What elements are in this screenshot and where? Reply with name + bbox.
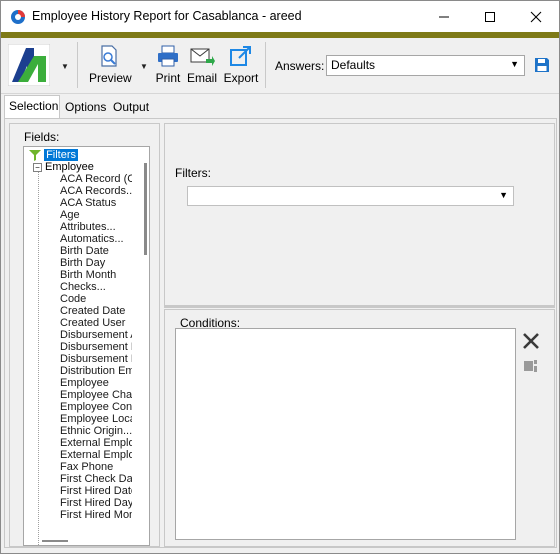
answers-value: Defaults xyxy=(331,58,376,72)
tab-output[interactable]: Output xyxy=(109,97,153,119)
close-button[interactable] xyxy=(513,1,559,32)
field-item[interactable]: Disbursement L xyxy=(60,341,132,353)
fields-tree[interactable]: Filters − Employee ACA Record (C ACA Reco… xyxy=(23,146,150,546)
field-item[interactable]: Checks... xyxy=(60,281,132,293)
field-item[interactable]: Birth Day xyxy=(60,257,132,269)
envelope-icon xyxy=(190,48,215,66)
collapse-icon[interactable]: − xyxy=(33,162,42,172)
tree-node-filters-label: Filters xyxy=(44,149,79,161)
field-item[interactable]: External Emplo xyxy=(60,437,132,449)
tab-strip: Selection Options Output xyxy=(1,95,559,119)
window-title: Employee History Report for Casablanca -… xyxy=(32,9,302,23)
field-item[interactable]: First Check Da xyxy=(60,473,132,485)
export-label: Export xyxy=(223,71,259,85)
field-item[interactable]: Age xyxy=(60,209,132,221)
field-item[interactable]: Distribution Em xyxy=(60,365,132,377)
field-item[interactable]: Fax Phone xyxy=(60,461,132,473)
fields-label: Fields: xyxy=(24,130,60,144)
close-icon xyxy=(530,11,542,22)
preview-document-icon xyxy=(101,45,117,67)
fields-horizontal-scrollbar[interactable] xyxy=(42,540,68,542)
logo-dropdown-icon[interactable]: ▼ xyxy=(61,62,69,71)
fields-panel: Fields: Filters − Employee ACA Record (C … xyxy=(9,123,160,547)
print-button[interactable]: Print xyxy=(154,44,182,85)
panel-splitter[interactable] xyxy=(164,305,555,308)
field-item[interactable]: Birth Date xyxy=(60,245,132,257)
field-item[interactable]: ACA Records... xyxy=(60,185,132,197)
save-disk-icon[interactable] xyxy=(534,57,550,73)
selection-content: Fields: Filters − Employee ACA Record (C … xyxy=(4,118,557,548)
brand-logo[interactable] xyxy=(8,44,50,86)
field-item[interactable]: Disbursement F xyxy=(60,353,132,365)
filters-label: Filters: xyxy=(175,166,211,180)
toolbar: ▼ Preview ▼ Print Email Export Answers: … xyxy=(1,38,559,94)
tab-options[interactable]: Options xyxy=(61,97,107,119)
field-item[interactable]: ACA Record (C xyxy=(60,173,132,185)
field-item[interactable]: First Hired Mon xyxy=(60,509,132,521)
field-item[interactable]: Automatics... xyxy=(60,233,132,245)
tree-connector xyxy=(38,169,39,545)
answers-label: Answers: xyxy=(275,59,325,73)
printer-icon xyxy=(158,45,178,67)
email-button[interactable]: Email xyxy=(187,44,217,85)
export-icon xyxy=(230,46,251,66)
print-label: Print xyxy=(155,71,181,85)
tree-node-filters[interactable]: Filters xyxy=(29,149,79,161)
field-item[interactable]: Employee Char xyxy=(60,389,132,401)
field-item[interactable]: External Emplo xyxy=(60,449,132,461)
field-item[interactable]: Created Date xyxy=(60,305,132,317)
preview-dropdown-icon[interactable]: ▼ xyxy=(140,62,148,71)
field-item[interactable]: Birth Month xyxy=(60,269,132,281)
field-item[interactable]: First Hired Date xyxy=(60,485,132,497)
tree-node-employee-label: Employee xyxy=(45,161,94,173)
maximize-icon xyxy=(485,11,495,22)
conditions-list[interactable] xyxy=(175,328,516,540)
tab-selection[interactable]: Selection xyxy=(4,95,60,119)
chevron-down-icon: ▼ xyxy=(510,59,519,69)
field-item[interactable]: Disbursement A xyxy=(60,329,132,341)
minimize-icon xyxy=(439,16,449,17)
fields-vertical-scrollbar[interactable] xyxy=(144,163,147,255)
field-item[interactable]: Code xyxy=(60,293,132,305)
filter-funnel-icon xyxy=(29,149,41,161)
email-label: Email xyxy=(187,71,218,85)
pie-chart-icon xyxy=(11,10,25,24)
field-item[interactable]: ACA Status xyxy=(60,197,132,209)
toolbar-separator xyxy=(265,42,266,88)
field-item[interactable]: First Hired Day xyxy=(60,497,132,509)
chevron-down-icon: ▼ xyxy=(499,190,508,200)
conditions-panel: Conditions: xyxy=(164,309,555,547)
field-item[interactable]: Created User xyxy=(60,317,132,329)
answers-select[interactable]: Defaults ▼ xyxy=(326,55,525,76)
minimize-button[interactable] xyxy=(421,1,467,32)
preview-button[interactable]: Preview xyxy=(89,44,132,85)
field-item[interactable]: Attributes... xyxy=(60,221,132,233)
maximize-button[interactable] xyxy=(467,1,513,32)
filters-panel: Filters: ▼ xyxy=(164,123,555,306)
field-item[interactable]: Employee Loca xyxy=(60,413,132,425)
report-window: Employee History Report for Casablanca -… xyxy=(0,0,560,554)
edit-condition-icon[interactable] xyxy=(523,358,539,374)
export-button[interactable]: Export xyxy=(223,44,259,85)
field-item[interactable]: Employee xyxy=(60,377,132,389)
filters-select[interactable]: ▼ xyxy=(187,186,514,206)
close-x-icon[interactable] xyxy=(520,330,542,352)
tree-node-employee[interactable]: − Employee xyxy=(33,161,94,173)
field-item[interactable]: Employee Cont xyxy=(60,401,132,413)
field-item[interactable]: Ethnic Origin... xyxy=(60,425,132,437)
toolbar-separator xyxy=(77,42,78,88)
title-bar: Employee History Report for Casablanca -… xyxy=(1,1,559,32)
preview-label: Preview xyxy=(89,71,132,85)
